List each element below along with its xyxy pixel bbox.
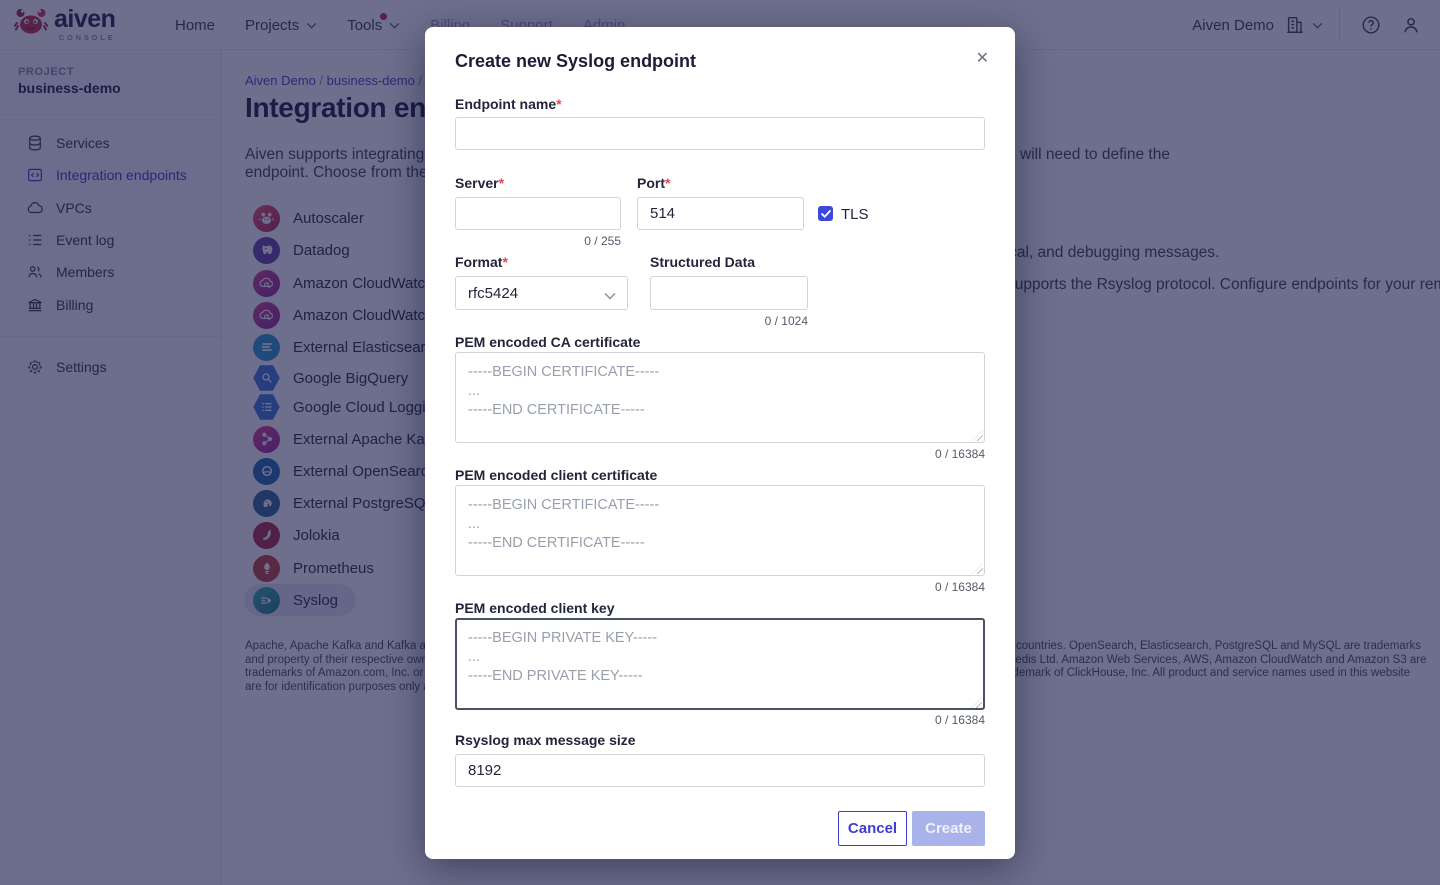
server-input[interactable]	[455, 197, 621, 230]
client-key-label: PEM encoded client key	[455, 600, 615, 616]
format-select[interactable]: rfc5424	[455, 276, 628, 310]
ca-certificate-textarea[interactable]	[455, 352, 985, 443]
check-icon	[821, 210, 831, 218]
client-key-textarea[interactable]	[455, 618, 985, 710]
client-certificate-textarea[interactable]	[455, 485, 985, 576]
format-selected-value: rfc5424	[468, 285, 518, 302]
port-label: Port*	[637, 175, 670, 191]
endpoint-name-input[interactable]	[455, 117, 985, 150]
tls-checkbox[interactable]	[818, 206, 833, 221]
create-syslog-endpoint-dialog: Create new Syslog endpoint ✕ Endpoint na…	[425, 27, 1015, 859]
structured-data-char-counter: 0 / 1024	[650, 314, 808, 328]
chevron-down-icon	[604, 287, 616, 304]
create-button[interactable]: Create	[912, 811, 985, 846]
ca-certificate-char-counter: 0 / 16384	[455, 447, 985, 461]
format-label: Format*	[455, 254, 508, 270]
close-icon[interactable]: ✕	[976, 50, 989, 68]
structured-data-label: Structured Data	[650, 254, 755, 270]
server-char-counter: 0 / 255	[455, 234, 621, 248]
client-certificate-char-counter: 0 / 16384	[455, 580, 985, 594]
max-message-size-label: Rsyslog max message size	[455, 732, 636, 748]
port-input[interactable]	[637, 197, 804, 230]
server-label: Server*	[455, 175, 504, 191]
endpoint-name-label: Endpoint name*	[455, 96, 562, 112]
client-certificate-label: PEM encoded client certificate	[455, 467, 657, 483]
client-key-char-counter: 0 / 16384	[455, 713, 985, 727]
max-message-size-input[interactable]	[455, 754, 985, 787]
tls-label: TLS	[841, 206, 869, 223]
structured-data-input[interactable]	[650, 276, 808, 310]
ca-certificate-label: PEM encoded CA certificate	[455, 334, 640, 350]
cancel-button[interactable]: Cancel	[838, 811, 907, 846]
dialog-title: Create new Syslog endpoint	[455, 51, 696, 72]
